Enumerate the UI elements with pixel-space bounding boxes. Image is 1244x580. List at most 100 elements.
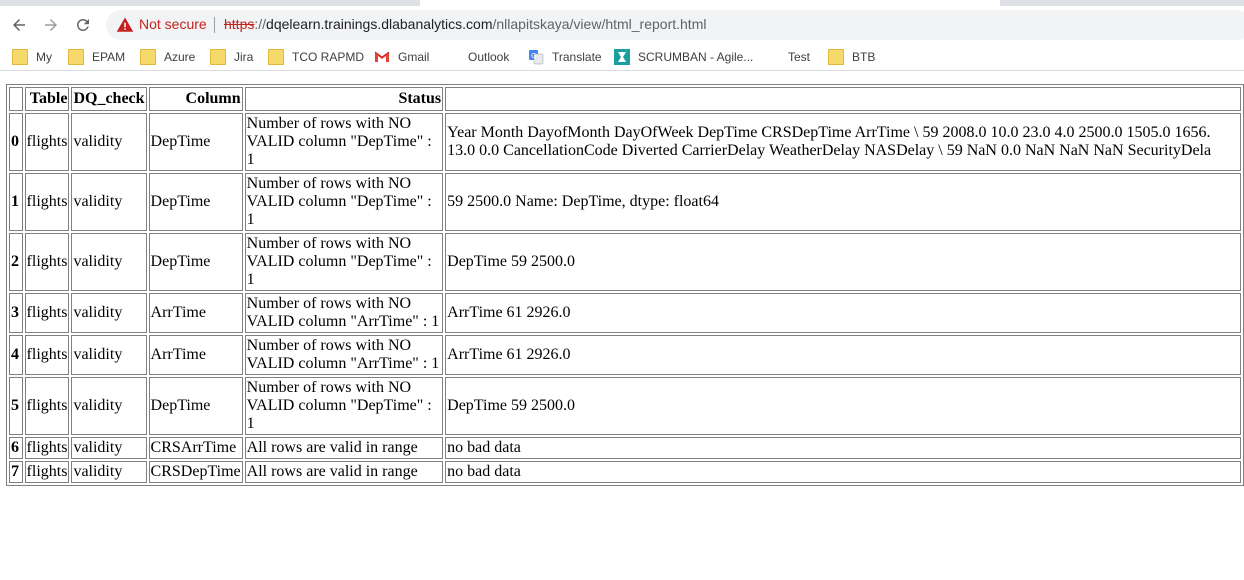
row-index: 7 bbox=[9, 461, 23, 483]
cell-data: Year Month DayofMonth DayOfWeek DepTime … bbox=[445, 113, 1241, 171]
row-index: 5 bbox=[9, 377, 23, 435]
folder-icon bbox=[210, 49, 226, 65]
cell-data: no bad data bbox=[445, 461, 1241, 483]
url-host: dqelearn.trainings.dlabanalytics.com bbox=[266, 16, 493, 32]
row-index: 6 bbox=[9, 437, 23, 459]
bookmark-label: TCO RAPMD bbox=[292, 50, 364, 64]
security-status[interactable]: Not secure bbox=[139, 16, 207, 32]
arrow-right-icon bbox=[45, 19, 57, 31]
header-data bbox=[445, 87, 1241, 111]
cell-dq-check: validity bbox=[71, 461, 147, 483]
cell-data-line: 13.0 0.0 CancellationCode Diverted Carri… bbox=[447, 142, 1212, 159]
bookmark-epam[interactable]: EPAM bbox=[68, 48, 125, 66]
cell-table: flights bbox=[24, 293, 70, 333]
table-row: 0 flights validity DepTime Number of row… bbox=[9, 113, 1241, 171]
header-index bbox=[9, 87, 23, 111]
folder-icon bbox=[12, 49, 28, 65]
bookmark-label: Jira bbox=[234, 50, 254, 64]
folder-icon bbox=[828, 49, 844, 65]
cell-dq-check: validity bbox=[71, 293, 147, 333]
cell-column: DepTime bbox=[148, 233, 243, 291]
bookmark-btb[interactable]: BTB bbox=[828, 48, 875, 66]
row-index: 4 bbox=[9, 335, 23, 375]
cell-dq-check: validity bbox=[71, 113, 147, 171]
cell-dq-check: validity bbox=[71, 233, 147, 291]
cell-status: Number of rows with NO VALID column "Arr… bbox=[244, 293, 444, 333]
bookmark-test[interactable]: Test bbox=[764, 48, 810, 66]
folder-icon bbox=[140, 49, 156, 65]
bookmark-label: My bbox=[36, 50, 52, 64]
cell-data: no bad data bbox=[445, 437, 1241, 459]
header-status: Status bbox=[244, 87, 444, 111]
bookmark-label: Test bbox=[788, 50, 811, 64]
translate-icon: G bbox=[529, 50, 544, 65]
back-button[interactable] bbox=[6, 12, 32, 38]
cell-status: Number of rows with NO VALID column "Dep… bbox=[244, 233, 444, 291]
reload-icon bbox=[76, 18, 89, 31]
cell-data-line: Year Month DayofMonth DayOfWeek DepTime … bbox=[447, 124, 1211, 141]
bookmark-jira[interactable]: Jira bbox=[210, 48, 253, 66]
cell-column: CRSDepTime bbox=[148, 461, 243, 483]
header-table: Table bbox=[24, 87, 70, 111]
cell-column: ArrTime bbox=[148, 293, 243, 333]
cell-table: flights bbox=[24, 113, 70, 171]
arrow-left-icon bbox=[13, 19, 25, 31]
table-row: 2 flights validity DepTime Number of row… bbox=[9, 233, 1241, 291]
microsoft-icon bbox=[764, 49, 780, 65]
row-index: 1 bbox=[9, 173, 23, 231]
microsoft-icon bbox=[444, 49, 460, 65]
cell-dq-check: validity bbox=[71, 173, 147, 231]
folder-icon bbox=[268, 49, 284, 65]
table-header: Table DQ_check Column Status bbox=[9, 87, 1241, 111]
cell-dq-check: validity bbox=[71, 377, 147, 435]
bookmark-outlook[interactable]: Outlook bbox=[444, 48, 509, 66]
report-table: Table DQ_check Column Status 0 flights v… bbox=[6, 84, 1244, 486]
cell-table: flights bbox=[24, 461, 70, 483]
bookmark-gmail[interactable]: Gmail bbox=[374, 48, 429, 66]
url-text[interactable]: https://dqelearn.trainings.dlabanalytics… bbox=[224, 16, 706, 32]
cell-data: 59 2500.0 Name: DepTime, dtype: float64 bbox=[445, 173, 1241, 231]
bookmark-label: BTB bbox=[852, 50, 876, 64]
bookmark-scrumban[interactable]: SCRUMBAN - Agile... bbox=[614, 48, 753, 66]
table-row: 7 flights validity CRSDepTime All rows a… bbox=[9, 461, 1241, 483]
cell-column: CRSArrTime bbox=[148, 437, 243, 459]
row-index: 0 bbox=[9, 113, 23, 171]
forward-button[interactable] bbox=[38, 12, 64, 38]
header-dq-check: DQ_check bbox=[71, 87, 147, 111]
cell-table: flights bbox=[24, 335, 70, 375]
bookmark-label: Translate bbox=[552, 50, 602, 64]
reload-button[interactable] bbox=[70, 12, 96, 38]
cell-column: ArrTime bbox=[148, 335, 243, 375]
bookmark-label: Gmail bbox=[398, 50, 430, 64]
bookmark-azure[interactable]: Azure bbox=[140, 48, 195, 66]
header-column: Column bbox=[148, 87, 243, 111]
folder-icon bbox=[68, 49, 84, 65]
cell-status: All rows are valid in range bbox=[244, 437, 444, 459]
table-row: 4 flights validity ArrTime Number of row… bbox=[9, 335, 1241, 375]
header-row: Table DQ_check Column Status bbox=[9, 87, 1241, 111]
table-row: 1 flights validity DepTime Number of row… bbox=[9, 173, 1241, 231]
row-index: 3 bbox=[9, 293, 23, 333]
cell-data: DepTime 59 2500.0 bbox=[445, 377, 1241, 435]
bookmark-label: Outlook bbox=[468, 50, 510, 64]
omnibox-divider bbox=[214, 17, 215, 33]
warning-icon[interactable] bbox=[116, 16, 134, 34]
bookmark-tco-rapmd[interactable]: TCO RAPMD bbox=[268, 48, 364, 66]
bookmarks-bar: My EPAM Azure Jira TCO RAPMD Gmail Outlo… bbox=[0, 44, 1244, 71]
cell-column: DepTime bbox=[148, 113, 243, 171]
scrumban-icon bbox=[614, 49, 630, 65]
row-index: 2 bbox=[9, 233, 23, 291]
cell-column: DepTime bbox=[148, 173, 243, 231]
bookmark-label: EPAM bbox=[92, 50, 126, 64]
cell-data: ArrTime 61 2926.0 bbox=[445, 293, 1241, 333]
address-bar[interactable]: Not secure https://dqelearn.trainings.dl… bbox=[106, 10, 1244, 40]
svg-text:G: G bbox=[531, 52, 536, 60]
bookmark-label: Azure bbox=[164, 50, 196, 64]
cell-table: flights bbox=[24, 377, 70, 435]
url-scheme: https bbox=[224, 16, 255, 32]
cell-dq-check: validity bbox=[71, 437, 147, 459]
bookmark-translate[interactable]: G Translate bbox=[528, 48, 602, 66]
bookmark-my[interactable]: My bbox=[12, 48, 52, 66]
cell-data: ArrTime 61 2926.0 bbox=[445, 335, 1241, 375]
cell-column: DepTime bbox=[148, 377, 243, 435]
